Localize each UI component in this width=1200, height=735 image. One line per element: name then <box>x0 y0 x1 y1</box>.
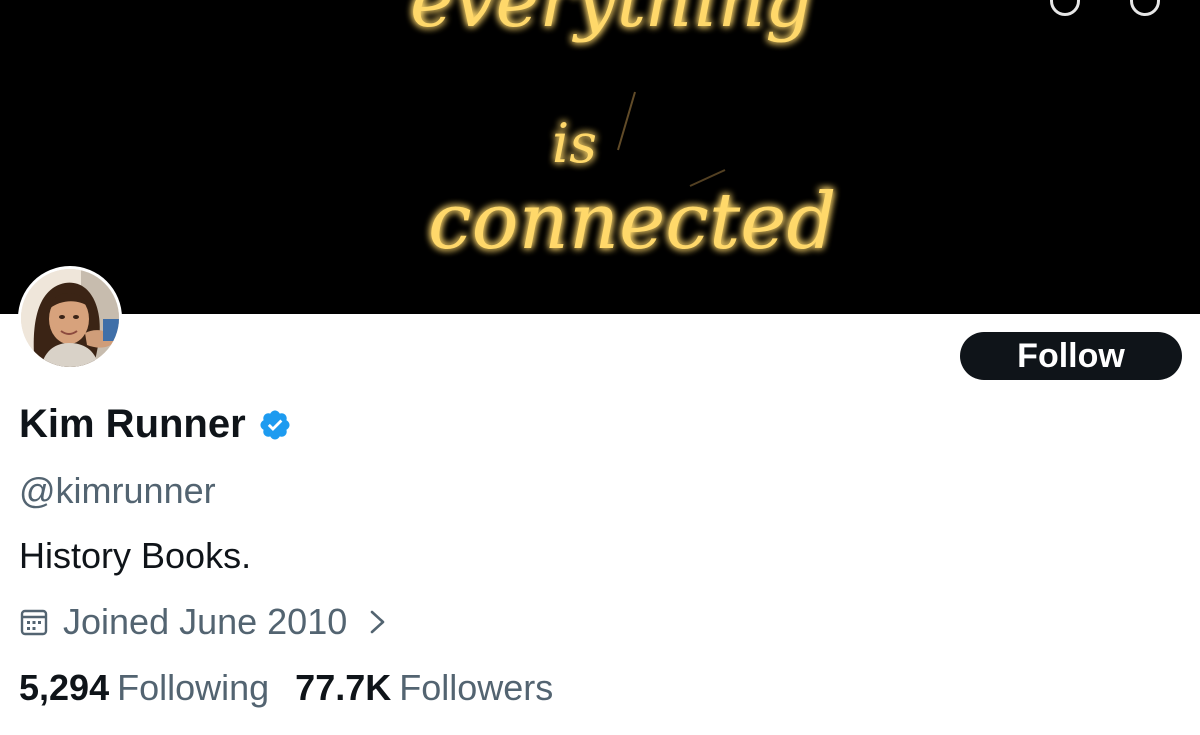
banner-neon-line2: is <box>552 112 597 175</box>
profile-bio: History Books. <box>19 535 252 576</box>
search-icon[interactable] <box>1130 0 1160 16</box>
followers-count: 77.7K <box>295 667 392 708</box>
banner-neon-line3: connected <box>428 177 836 267</box>
display-name: Kim Runner <box>19 402 246 446</box>
more-icon[interactable] <box>1050 0 1080 16</box>
banner-image: everything is connected <box>410 0 836 267</box>
profile-stats: 5,294 Following 77.7K Followers <box>19 667 553 709</box>
banner-neon-line1: everything <box>410 0 813 44</box>
following-count: 5,294 <box>19 667 110 708</box>
banner-top-icons <box>1050 0 1160 16</box>
profile-handle: @kimrunner <box>19 470 216 511</box>
joined-date: Joined June 2010 <box>63 601 348 642</box>
follow-button[interactable]: Follow <box>960 332 1182 380</box>
calendar-icon <box>20 609 48 636</box>
profile-banner[interactable]: everything is connected <box>0 0 1200 314</box>
verified-badge-icon[interactable] <box>258 408 292 442</box>
followers-label: Followers <box>399 667 554 708</box>
avatar-image <box>21 269 119 367</box>
avatar[interactable] <box>18 266 122 370</box>
chevron-right-icon[interactable] <box>367 609 389 635</box>
profile-name-row: Kim Runner <box>19 402 292 447</box>
following-label: Following <box>117 667 270 708</box>
joined-date-row[interactable]: Joined June 2010 <box>19 601 389 643</box>
followers-link[interactable]: 77.7K Followers <box>295 667 553 709</box>
following-link[interactable]: 5,294 Following <box>19 667 269 709</box>
